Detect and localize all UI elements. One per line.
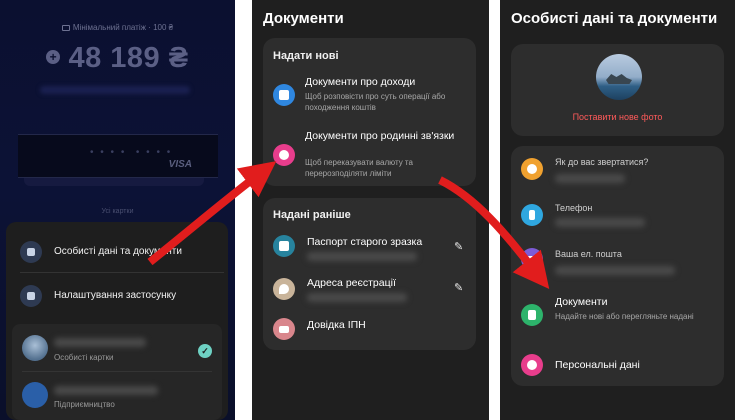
personal-data-link[interactable]: Персональні дані <box>555 359 640 371</box>
blurred-value[interactable] <box>555 174 625 183</box>
gear-icon <box>20 285 42 307</box>
camera-icon <box>61 25 70 31</box>
family-documents-link[interactable]: Документи про родинні зв'язки <box>305 130 455 142</box>
id-document-icon <box>273 318 295 340</box>
set-new-photo-link[interactable]: Поставити нове фото <box>500 112 735 122</box>
bank-card[interactable]: • • • • • • • • VISA <box>18 134 218 178</box>
mail-icon <box>521 248 543 270</box>
profile-photo[interactable] <box>596 54 642 100</box>
blurred-value <box>307 293 407 302</box>
documents-link[interactable]: Документи <box>555 296 607 308</box>
field-label: Як до вас звертатися? <box>555 157 649 167</box>
page-title: Особисті дані та документи <box>511 10 718 27</box>
field-label: Телефон <box>555 203 593 213</box>
section-heading: Надати нові <box>273 50 339 62</box>
passport-item[interactable]: Паспорт старого зразка <box>307 236 422 248</box>
edit-pencil-icon[interactable]: ✎ <box>454 282 466 294</box>
item-description: Щоб переказувати валюту та перерозподіля… <box>305 158 413 178</box>
id-card-icon <box>20 241 42 263</box>
edit-pencil-icon[interactable]: ✎ <box>454 241 466 253</box>
passport-icon <box>273 235 295 257</box>
menu-item-personal-data[interactable]: Особисті дані та документи <box>6 234 228 270</box>
menu-item-app-settings[interactable]: Налаштування застосунку <box>6 278 228 314</box>
account-type-personal: Особисті картки <box>54 353 114 362</box>
blurred-value[interactable] <box>555 218 645 227</box>
balance-amount: 48 189 ₴ <box>68 42 189 74</box>
balance: +48 189 ₴ <box>0 42 235 75</box>
rings-icon <box>273 144 295 166</box>
phone-icon <box>521 204 543 226</box>
divider <box>22 371 212 372</box>
avatar[interactable] <box>22 335 48 361</box>
previous-documents-section: Надані раніше Паспорт старого зразка ✎ А… <box>263 198 476 350</box>
card-stack <box>24 178 204 186</box>
accounts-box: Особисті картки ✓ Підприємництво <box>12 324 222 420</box>
blurred-value <box>307 252 417 261</box>
location-icon <box>273 278 295 300</box>
main-screen: Мінімальний платіж · 100 ₴ +48 189 ₴ • •… <box>0 0 235 420</box>
blurred-name <box>54 386 158 395</box>
item-description: Щоб розповісти про суть операції або пох… <box>305 92 446 112</box>
minimum-payment: Мінімальний платіж · 100 ₴ <box>0 23 235 32</box>
card-number-mask: • • • • • • • • <box>90 147 173 158</box>
data-fields-section: Як до вас звертатися? Телефон Ваша ел. п… <box>511 146 724 386</box>
address-item[interactable]: Адреса реєстрації <box>307 277 396 289</box>
all-cards-link[interactable]: Усі картки <box>0 208 235 215</box>
section-heading: Надані раніше <box>273 209 351 221</box>
documents-screen: Документи Надати нові Документи про дохо… <box>252 0 489 420</box>
account-type-business: Підприємництво <box>54 400 115 409</box>
personal-data-screen: Особисті дані та документи Поставити нов… <box>500 0 735 420</box>
page-title: Документи <box>263 10 344 27</box>
person-icon <box>521 354 543 376</box>
tax-id-item[interactable]: Довідка ІПН <box>307 319 366 331</box>
field-label: Ваша ел. пошта <box>555 249 622 259</box>
income-documents-link[interactable]: Документи про доходи <box>305 76 471 88</box>
new-documents-section: Надати нові Документи про доходи Щоб роз… <box>263 38 476 186</box>
divider <box>20 272 224 273</box>
profile-menu-sheet: Особисті дані та документи Налаштування … <box>6 222 228 420</box>
chat-bubble-icon <box>521 158 543 180</box>
bank-icon <box>273 84 295 106</box>
item-description: Надайте нові або перегляньте надані <box>555 312 694 321</box>
plus-icon[interactable]: + <box>46 50 61 64</box>
visa-logo: VISA <box>168 159 192 170</box>
check-icon: ✓ <box>198 344 212 358</box>
document-icon <box>521 304 543 326</box>
business-avatar[interactable] <box>22 382 48 408</box>
blurred-text <box>40 86 190 94</box>
blurred-value[interactable] <box>555 266 675 275</box>
blurred-name <box>54 338 146 347</box>
